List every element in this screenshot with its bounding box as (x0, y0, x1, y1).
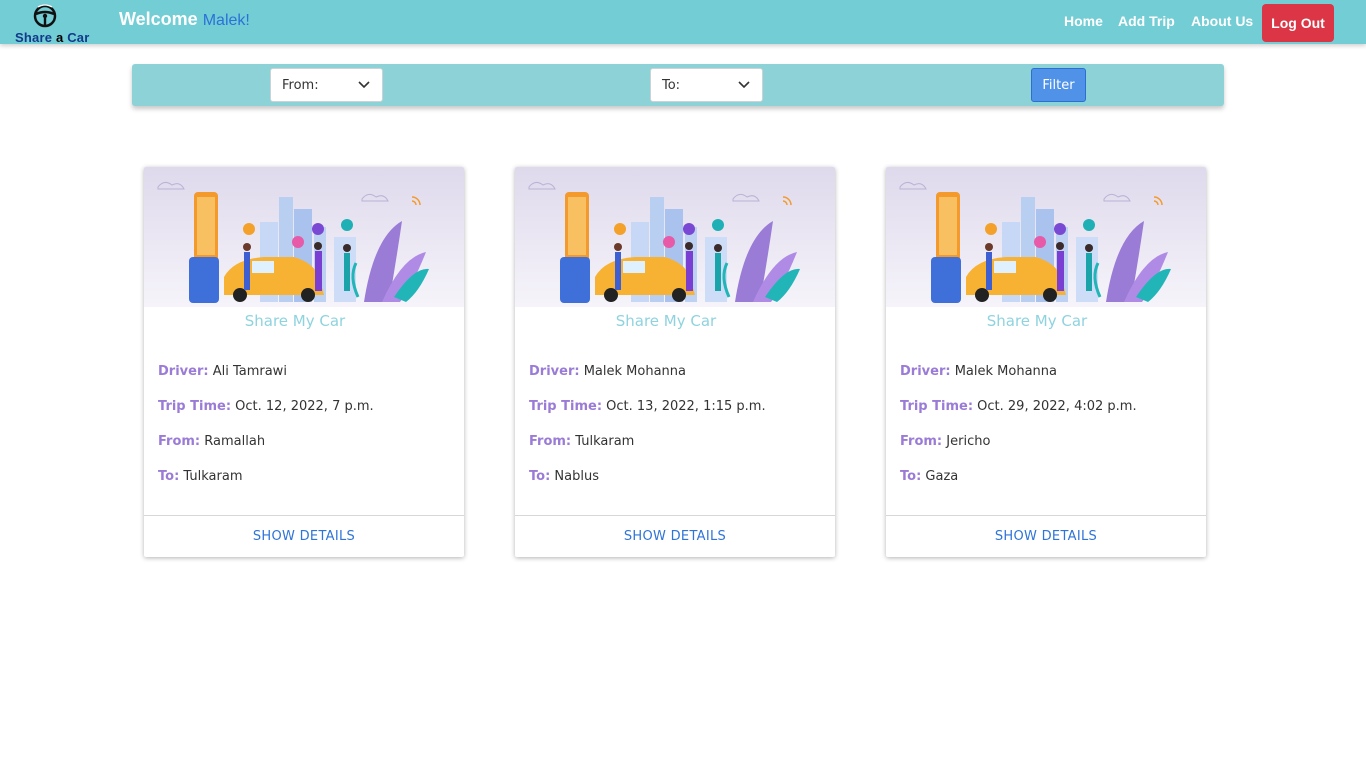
from-label: From: (900, 434, 943, 449)
to-select[interactable]: To: (650, 68, 763, 102)
trip-illustration (144, 167, 464, 307)
driver-label: Driver: (158, 364, 209, 379)
show-details-button[interactable]: SHOW DETAILS (144, 529, 464, 544)
nav-home-link[interactable]: Home (1064, 13, 1103, 29)
to-label: To: (158, 469, 180, 484)
from-label: From: (529, 434, 572, 449)
from-value: Tulkaram (575, 434, 635, 449)
driver-value: Malek Mohanna (954, 364, 1057, 379)
trip-time-label: Trip Time: (158, 399, 232, 414)
driver-label: Driver: (529, 364, 580, 379)
to-field: To: Tulkaram (158, 469, 242, 484)
chevron-down-icon (358, 81, 370, 89)
to-value: Gaza (925, 469, 959, 484)
driver-field: Driver: Malek Mohanna (900, 364, 1057, 379)
trip-time-value: Oct. 12, 2022, 7 p.m. (235, 399, 374, 414)
card-title: Share My Car (615, 312, 717, 330)
trip-time-field: Trip Time: Oct. 29, 2022, 4:02 p.m. (900, 399, 1137, 414)
brand-name: Share a Car (15, 30, 90, 45)
to-field: To: Nablus (529, 469, 599, 484)
trip-card: Share My Car Driver: Malek Mohanna Trip … (515, 167, 835, 557)
trip-illustration (515, 167, 835, 307)
card-footer: SHOW DETAILS (886, 515, 1206, 557)
card-title: Share My Car (986, 312, 1088, 330)
welcome-message: Welcome Malek! (119, 9, 250, 30)
brand-logo[interactable]: Share a Car (6, 2, 90, 45)
driver-field: Driver: Malek Mohanna (529, 364, 686, 379)
from-value: Jericho (946, 434, 991, 449)
trip-illustration (886, 167, 1206, 307)
trip-time-field: Trip Time: Oct. 12, 2022, 7 p.m. (158, 399, 374, 414)
from-field: From: Tulkaram (529, 434, 634, 449)
navbar: Share a Car Welcome Malek! Home Add Trip… (0, 0, 1366, 45)
chevron-down-icon (738, 81, 750, 89)
from-label: From: (158, 434, 201, 449)
to-label: To: (529, 469, 551, 484)
from-field: From: Ramallah (158, 434, 265, 449)
to-field: To: Gaza (900, 469, 958, 484)
filter-bar: From: To: Filter (132, 64, 1224, 106)
show-details-button[interactable]: SHOW DETAILS (886, 529, 1206, 544)
from-field: From: Jericho (900, 434, 990, 449)
to-label: To: (900, 469, 922, 484)
username: Malek! (202, 12, 250, 29)
driver-value: Ali Tamrawi (212, 364, 287, 379)
from-select-label: From: (282, 78, 319, 93)
from-select[interactable]: From: (270, 68, 383, 102)
trip-time-value: Oct. 29, 2022, 4:02 p.m. (977, 399, 1137, 414)
card-footer: SHOW DETAILS (515, 515, 835, 557)
show-details-button[interactable]: SHOW DETAILS (515, 529, 835, 544)
driver-value: Malek Mohanna (583, 364, 686, 379)
nav-about-link[interactable]: About Us (1191, 13, 1253, 29)
trip-card: Share My Car Driver: Ali Tamrawi Trip Ti… (144, 167, 464, 557)
logout-button[interactable]: Log Out (1262, 4, 1334, 42)
to-value: Tulkaram (183, 469, 243, 484)
to-select-label: To: (662, 78, 681, 93)
trip-time-label: Trip Time: (900, 399, 974, 414)
filter-button[interactable]: Filter (1031, 68, 1086, 102)
trip-time-field: Trip Time: Oct. 13, 2022, 1:15 p.m. (529, 399, 766, 414)
trip-time-label: Trip Time: (529, 399, 603, 414)
driver-label: Driver: (900, 364, 951, 379)
nav-add-trip-link[interactable]: Add Trip (1118, 13, 1175, 29)
driver-field: Driver: Ali Tamrawi (158, 364, 287, 379)
card-title: Share My Car (244, 312, 346, 330)
welcome-text: Welcome (119, 9, 198, 29)
trip-card: Share My Car Driver: Malek Mohanna Trip … (886, 167, 1206, 557)
trip-time-value: Oct. 13, 2022, 1:15 p.m. (606, 399, 766, 414)
card-footer: SHOW DETAILS (144, 515, 464, 557)
from-value: Ramallah (204, 434, 266, 449)
to-value: Nablus (554, 469, 599, 484)
